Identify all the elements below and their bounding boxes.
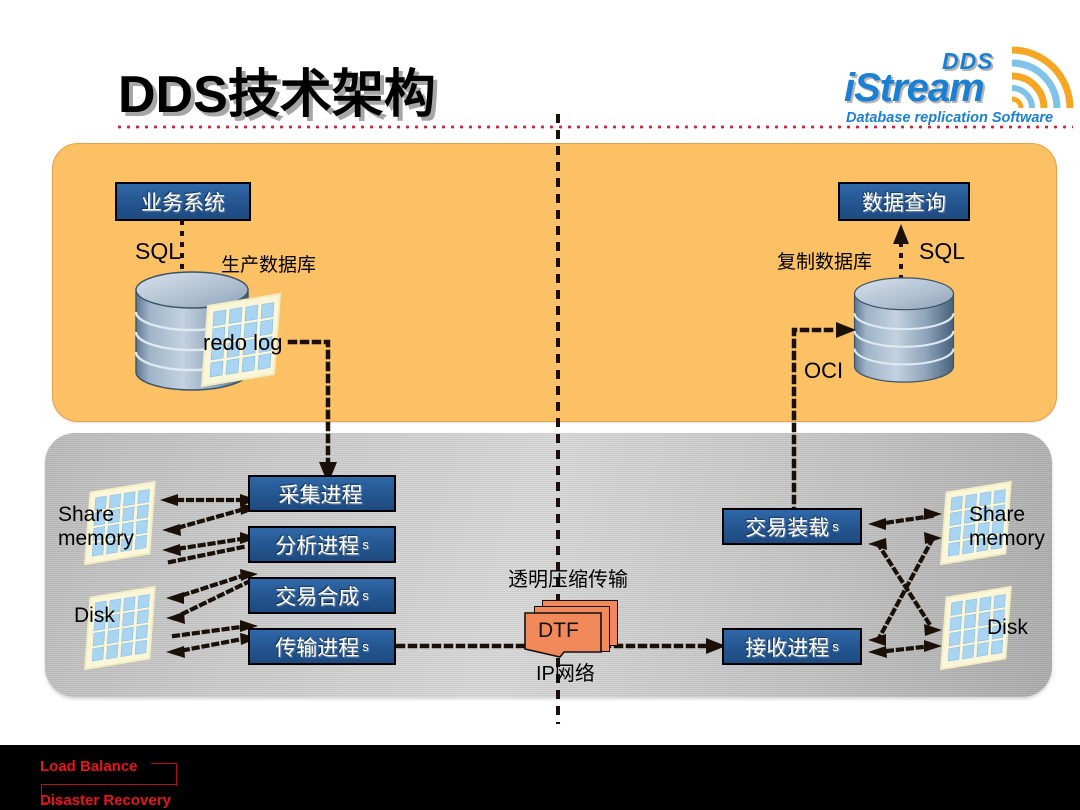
process-box-receive-label: 接收进程 — [745, 636, 830, 660]
process-box-transmit-suffix: s — [362, 639, 369, 654]
process-box-capture-label: 采集进程 — [278, 483, 363, 507]
footer-bar: Load Balance Disaster Recovery — [0, 745, 1080, 810]
dtf-transport-stack[interactable]: DTF — [524, 600, 618, 658]
process-box-load[interactable]: 交易装载 s — [722, 508, 862, 545]
process-box-merge[interactable]: 交易合成 s — [248, 577, 396, 614]
load-balance-label: Load Balance — [40, 758, 138, 775]
process-box-capture[interactable]: 采集进程 — [248, 475, 396, 512]
right-disk-label: Disk — [987, 616, 1028, 639]
process-box-analyze-label: 分析进程 — [275, 534, 360, 558]
footer-bracket-bottom — [41, 784, 62, 803]
process-box-load-label: 交易装载 — [745, 516, 830, 540]
process-box-receive[interactable]: 接收进程 s — [722, 628, 862, 665]
process-box-analyze-suffix: s — [362, 537, 369, 552]
oci-label: OCI — [804, 358, 844, 383]
istream-logo: DDS iStream Database replication Softwar… — [840, 46, 1076, 130]
process-box-merge-suffix: s — [362, 588, 369, 603]
left-disk-label: Disk — [74, 604, 115, 627]
left-share-memory-line1: Share — [58, 503, 115, 526]
app-system-box[interactable]: 业务系统 — [115, 182, 251, 221]
slide-canvas: DDS技术架构 DDS iStream Database replication… — [0, 0, 1080, 810]
logo-tagline: Database replication Software — [846, 110, 1054, 126]
redo-log-label: redo log — [203, 330, 283, 355]
process-box-load-suffix: s — [832, 519, 839, 534]
process-box-transmit-label: 传输进程 — [275, 636, 360, 660]
target-database-cylinder — [851, 272, 957, 388]
left-share-memory-label: Share memory — [58, 503, 134, 551]
logo-istream-text: iStream — [844, 66, 985, 110]
oci-load-arrow-icon — [791, 322, 856, 529]
target-sql-label: SQL — [919, 238, 966, 264]
app-system-label: 业务系统 — [141, 191, 225, 215]
left-share-memory-line2: memory — [58, 527, 134, 550]
process-box-receive-suffix: s — [832, 639, 839, 654]
redo-to-capture-arrow-icon — [287, 339, 337, 484]
dtf-label: DTF — [538, 619, 579, 642]
page-title: DDS技术架构 — [118, 66, 436, 124]
right-share-memory-line2: memory — [969, 527, 1045, 550]
ip-network-label: IP网络 — [536, 663, 595, 685]
right-share-memory-line1: Share — [969, 503, 1026, 526]
process-box-transmit[interactable]: 传输进程 s — [248, 628, 396, 665]
data-query-label: 数据查询 — [862, 191, 946, 215]
target-db-label: 复制数据库 — [777, 252, 873, 273]
process-box-analyze[interactable]: 分析进程 s — [248, 526, 396, 563]
process-box-merge-label: 交易合成 — [275, 585, 360, 609]
transparent-compression-label: 透明压缩传输 — [508, 569, 628, 591]
data-query-box[interactable]: 数据查询 — [838, 182, 970, 221]
footer-bracket-top — [151, 763, 177, 786]
right-share-memory-label: Share memory — [969, 503, 1045, 551]
